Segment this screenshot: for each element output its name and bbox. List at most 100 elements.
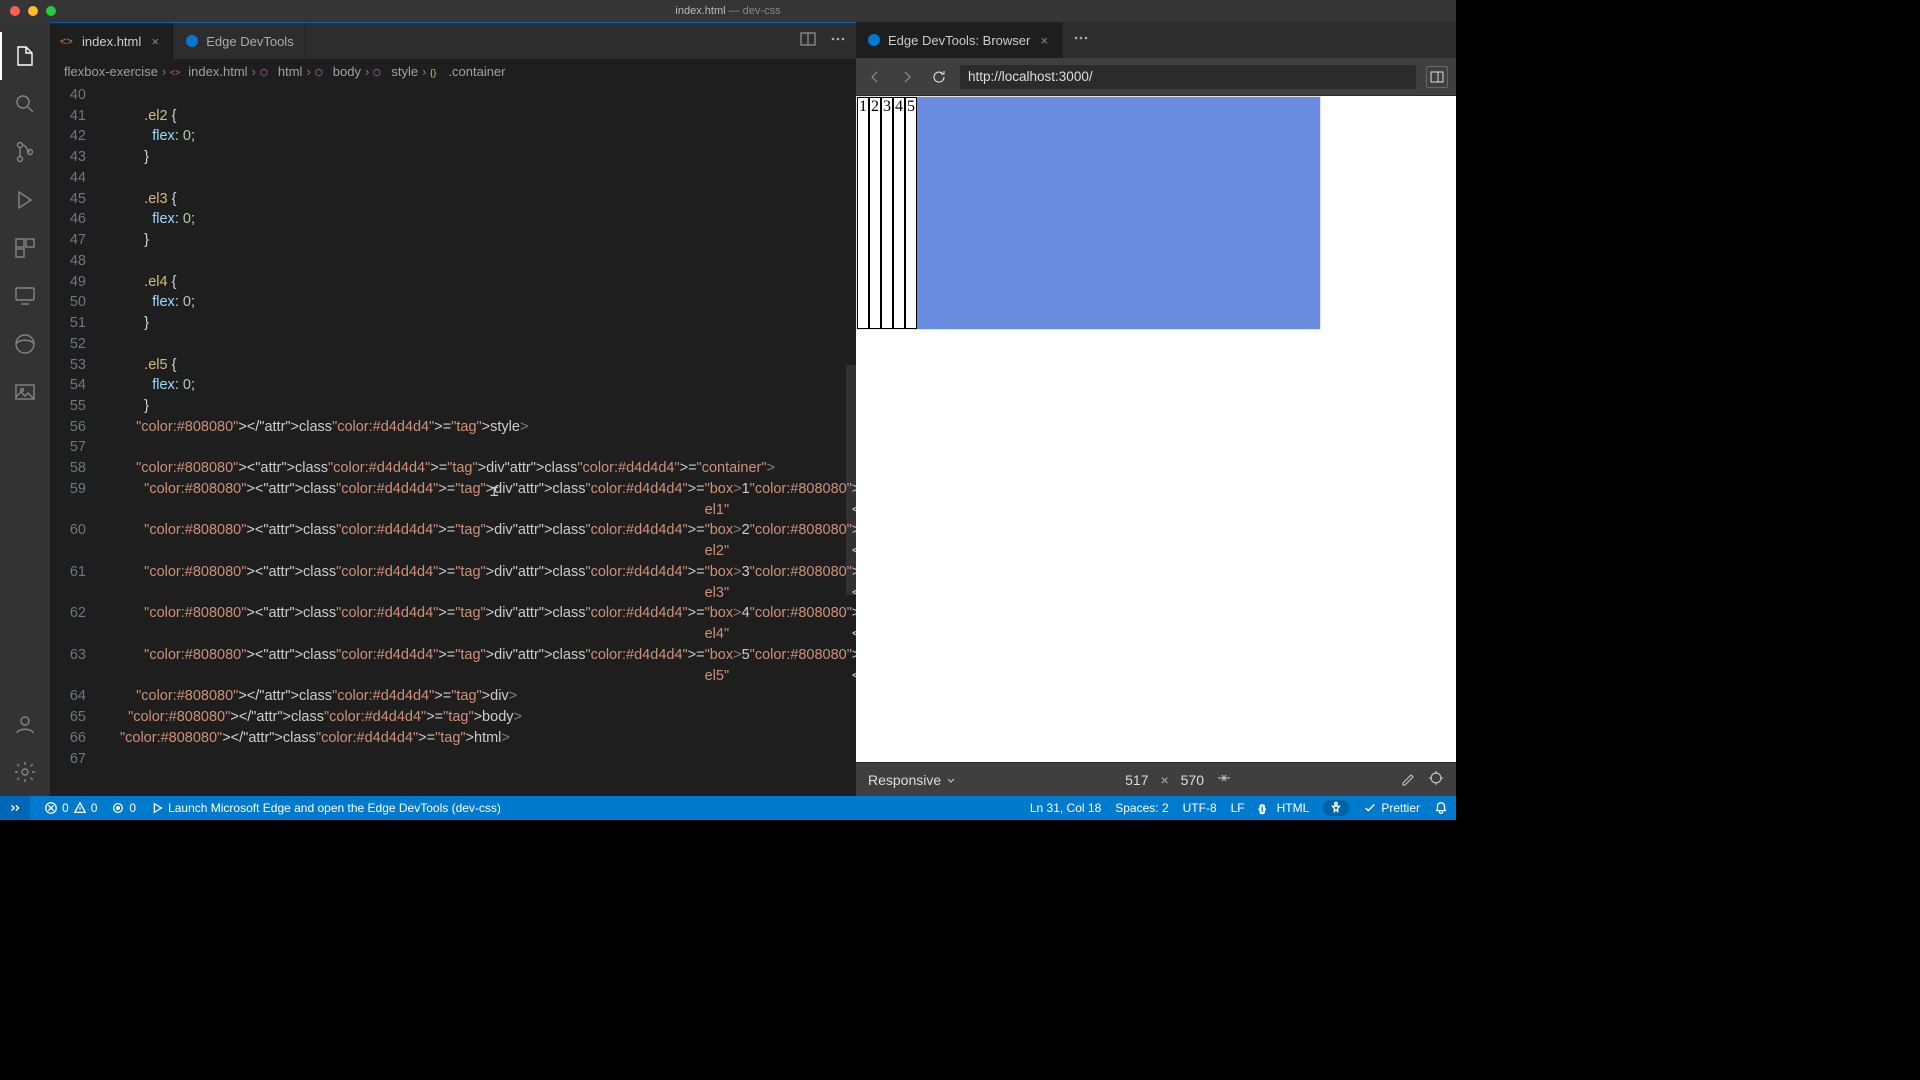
code-line[interactable]: 59 "color:#808080"><"attr">class"color:#… — [50, 479, 856, 520]
code-line[interactable]: 40 — [50, 85, 856, 106]
code-line[interactable]: 41 .el2 { — [50, 106, 856, 127]
code-line[interactable]: 63 "color:#808080"><"attr">class"color:#… — [50, 645, 856, 686]
code-line[interactable]: 45 .el3 { — [50, 189, 856, 210]
search-icon[interactable] — [0, 80, 50, 128]
code-line[interactable]: 48 — [50, 251, 856, 272]
minimap-thumb[interactable] — [846, 365, 856, 595]
line-number: 40 — [50, 85, 94, 106]
line-number: 62 — [50, 603, 94, 644]
line-number: 66 — [50, 728, 94, 749]
code-line[interactable]: 65 "color:#808080"></"attr">class"color:… — [50, 707, 856, 728]
minimize-window-button[interactable] — [28, 6, 38, 16]
code-line[interactable]: 53 .el5 { — [50, 355, 856, 376]
tab-edge-devtools[interactable]: Edge DevTools — [174, 23, 304, 59]
tab-browser-preview[interactable]: Edge DevTools: Browser × — [856, 22, 1063, 58]
encoding-indicator[interactable]: UTF-8 — [1183, 801, 1217, 815]
breadcrumb-style[interactable]: ⬡style — [373, 64, 418, 79]
toggle-devtools-icon[interactable] — [1426, 66, 1448, 88]
breadcrumb[interactable]: flexbox-exercise › <>index.html › ⬡html … — [50, 59, 856, 85]
indent-indicator[interactable]: Spaces: 2 — [1115, 801, 1168, 815]
zoom-window-button[interactable] — [46, 6, 56, 16]
breadcrumb-folder[interactable]: flexbox-exercise — [64, 64, 158, 79]
code-line[interactable]: 56 "color:#808080"></"attr">class"color:… — [50, 417, 856, 438]
line-number: 46 — [50, 209, 94, 230]
forward-button[interactable] — [896, 66, 918, 88]
eol-indicator[interactable]: LF — [1231, 801, 1245, 815]
browser-preview[interactable]: 1 2 3 4 5 — [856, 96, 1456, 762]
code-editor[interactable]: 4041 .el2 {42 flex: 0;43 }4445 .el3 {46 … — [50, 85, 856, 796]
titlebar: index.html — dev-css — [0, 0, 1456, 22]
reload-button[interactable] — [928, 66, 950, 88]
code-line[interactable]: 57 — [50, 437, 856, 458]
edge-tools-icon[interactable] — [0, 320, 50, 368]
device-toolbar: Responsive 517 × 570 — [856, 762, 1456, 796]
minimap[interactable] — [846, 85, 856, 796]
tab-index-html[interactable]: <> index.html × — [50, 23, 174, 59]
notifications-icon[interactable] — [1434, 801, 1448, 815]
extensions-icon[interactable] — [0, 224, 50, 272]
breadcrumb-file[interactable]: <>index.html — [170, 64, 247, 79]
line-number: 43 — [50, 147, 94, 168]
rotate-device-icon[interactable] — [1216, 770, 1232, 789]
launch-edge-button[interactable]: Launch Microsoft Edge and open the Edge … — [150, 801, 501, 815]
edge-logo-icon — [184, 33, 200, 49]
edge-logo-icon — [866, 32, 882, 48]
split-editor-icon[interactable] — [800, 31, 816, 52]
code-line[interactable]: 44 — [50, 168, 856, 189]
code-line[interactable]: 58 "color:#808080"><"attr">class"color:#… — [50, 458, 856, 479]
target-icon[interactable] — [1428, 770, 1444, 789]
explorer-icon[interactable] — [0, 32, 50, 80]
edit-styles-icon[interactable] — [1400, 770, 1416, 789]
code-line[interactable]: 61 "color:#808080"><"attr">class"color:#… — [50, 562, 856, 603]
preview-flex-item: 5 — [905, 97, 917, 329]
editor-tabs: <> index.html × Edge DevTools — [50, 23, 856, 59]
code-line[interactable]: 66"color:#808080"></"attr">class"color:#… — [50, 728, 856, 749]
code-line[interactable]: 51 } — [50, 313, 856, 334]
more-actions-icon[interactable] — [1073, 30, 1089, 51]
code-line[interactable]: 64 "color:#808080"></"attr">class"color:… — [50, 686, 856, 707]
code-line[interactable]: 67 — [50, 749, 856, 770]
url-input[interactable]: http://localhost:3000/ — [960, 65, 1416, 89]
code-line[interactable]: 42 flex: 0; — [50, 126, 856, 147]
code-line[interactable]: 47 } — [50, 230, 856, 251]
breadcrumb-container[interactable]: {}.container — [430, 64, 505, 79]
remote-explorer-icon[interactable] — [0, 272, 50, 320]
code-line[interactable]: 60 "color:#808080"><"attr">class"color:#… — [50, 520, 856, 561]
problems-indicator[interactable]: 0 0 — [44, 801, 97, 815]
accounts-icon[interactable] — [0, 700, 50, 748]
remote-indicator[interactable] — [0, 796, 30, 820]
line-number: 54 — [50, 375, 94, 396]
prettier-indicator[interactable]: Prettier — [1363, 801, 1420, 815]
preview-flex-item: 2 — [869, 97, 881, 329]
settings-gear-icon[interactable] — [0, 748, 50, 796]
breadcrumb-html[interactable]: ⬡html — [260, 64, 303, 79]
cursor-position[interactable]: Ln 31, Col 18 — [1030, 801, 1101, 815]
ports-indicator[interactable]: 0 — [111, 801, 136, 815]
code-line[interactable]: 46 flex: 0; — [50, 209, 856, 230]
accessibility-icon[interactable] — [1323, 800, 1349, 816]
preview-flex-item: 4 — [893, 97, 905, 329]
code-line[interactable]: 49 .el4 { — [50, 272, 856, 293]
viewport-height[interactable]: 570 — [1181, 772, 1204, 788]
code-line[interactable]: 43 } — [50, 147, 856, 168]
code-line[interactable]: 52 — [50, 334, 856, 355]
preview-flex-container: 1 2 3 4 5 — [857, 97, 1320, 329]
code-line[interactable]: 50 flex: 0; — [50, 292, 856, 313]
viewport-width[interactable]: 517 — [1125, 772, 1148, 788]
line-number: 45 — [50, 189, 94, 210]
device-select[interactable]: Responsive — [868, 772, 957, 788]
back-button[interactable] — [864, 66, 886, 88]
close-window-button[interactable] — [10, 6, 20, 16]
language-mode[interactable]: {}HTML — [1259, 801, 1310, 815]
code-line[interactable]: 62 "color:#808080"><"attr">class"color:#… — [50, 603, 856, 644]
close-tab-icon[interactable]: × — [1036, 33, 1052, 48]
source-control-icon[interactable] — [0, 128, 50, 176]
image-tool-icon[interactable] — [0, 368, 50, 416]
run-debug-icon[interactable] — [0, 176, 50, 224]
code-line[interactable]: 55 } — [50, 396, 856, 417]
close-tab-icon[interactable]: × — [147, 34, 163, 49]
code-line[interactable]: 54 flex: 0; — [50, 375, 856, 396]
preview-flex-item: 3 — [881, 97, 893, 329]
breadcrumb-body[interactable]: ⬡body — [315, 64, 361, 79]
more-actions-icon[interactable] — [830, 31, 846, 52]
